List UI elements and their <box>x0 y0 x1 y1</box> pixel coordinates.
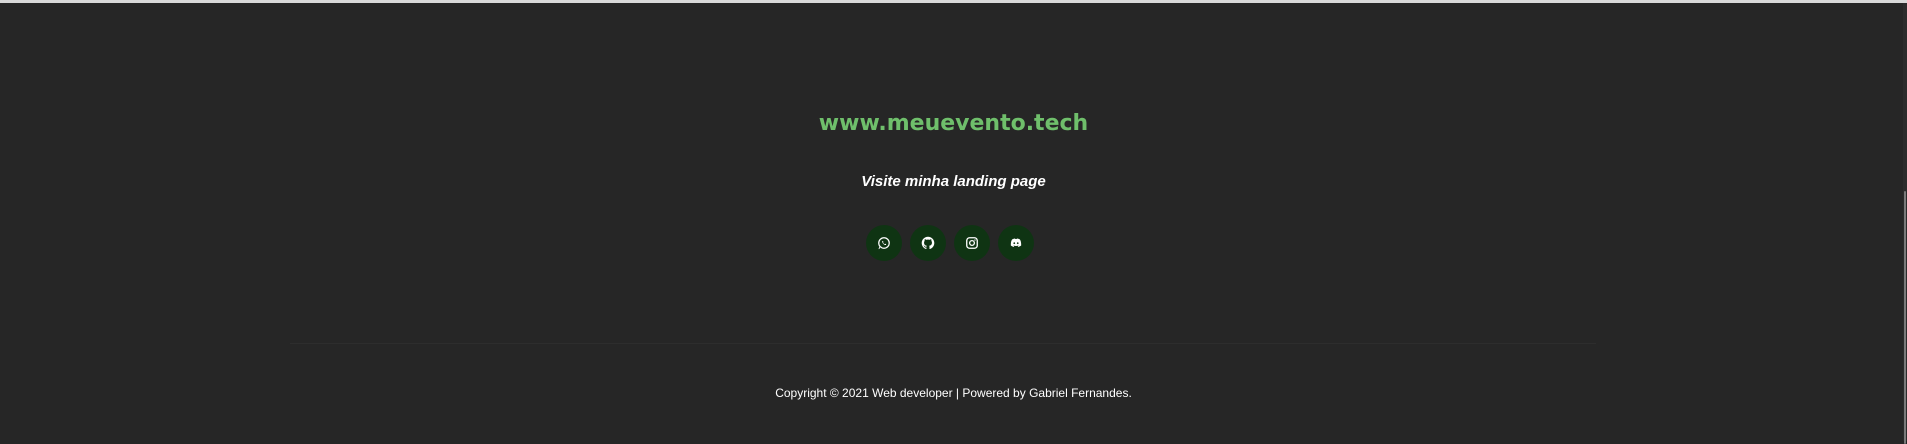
whatsapp-icon <box>878 237 890 250</box>
social-links <box>866 225 1034 261</box>
site-link[interactable]: www.meuevento.tech <box>0 111 1907 136</box>
instagram-icon <box>966 237 978 249</box>
whatsapp-button[interactable] <box>866 225 902 261</box>
footer-divider <box>290 343 1596 344</box>
discord-icon <box>1010 238 1022 247</box>
tagline: Visite minha landing page <box>861 173 1046 190</box>
scrollbar[interactable] <box>1903 3 1907 444</box>
scrollbar-thumb[interactable] <box>1904 191 1906 444</box>
copyright-text: Copyright © 2021 Web developer | Powered… <box>775 386 1132 400</box>
github-button[interactable] <box>910 225 946 261</box>
discord-button[interactable] <box>998 225 1034 261</box>
github-icon <box>921 236 935 250</box>
footer: www.meuevento.tech Visite minha landing … <box>0 3 1907 343</box>
instagram-button[interactable] <box>954 225 990 261</box>
